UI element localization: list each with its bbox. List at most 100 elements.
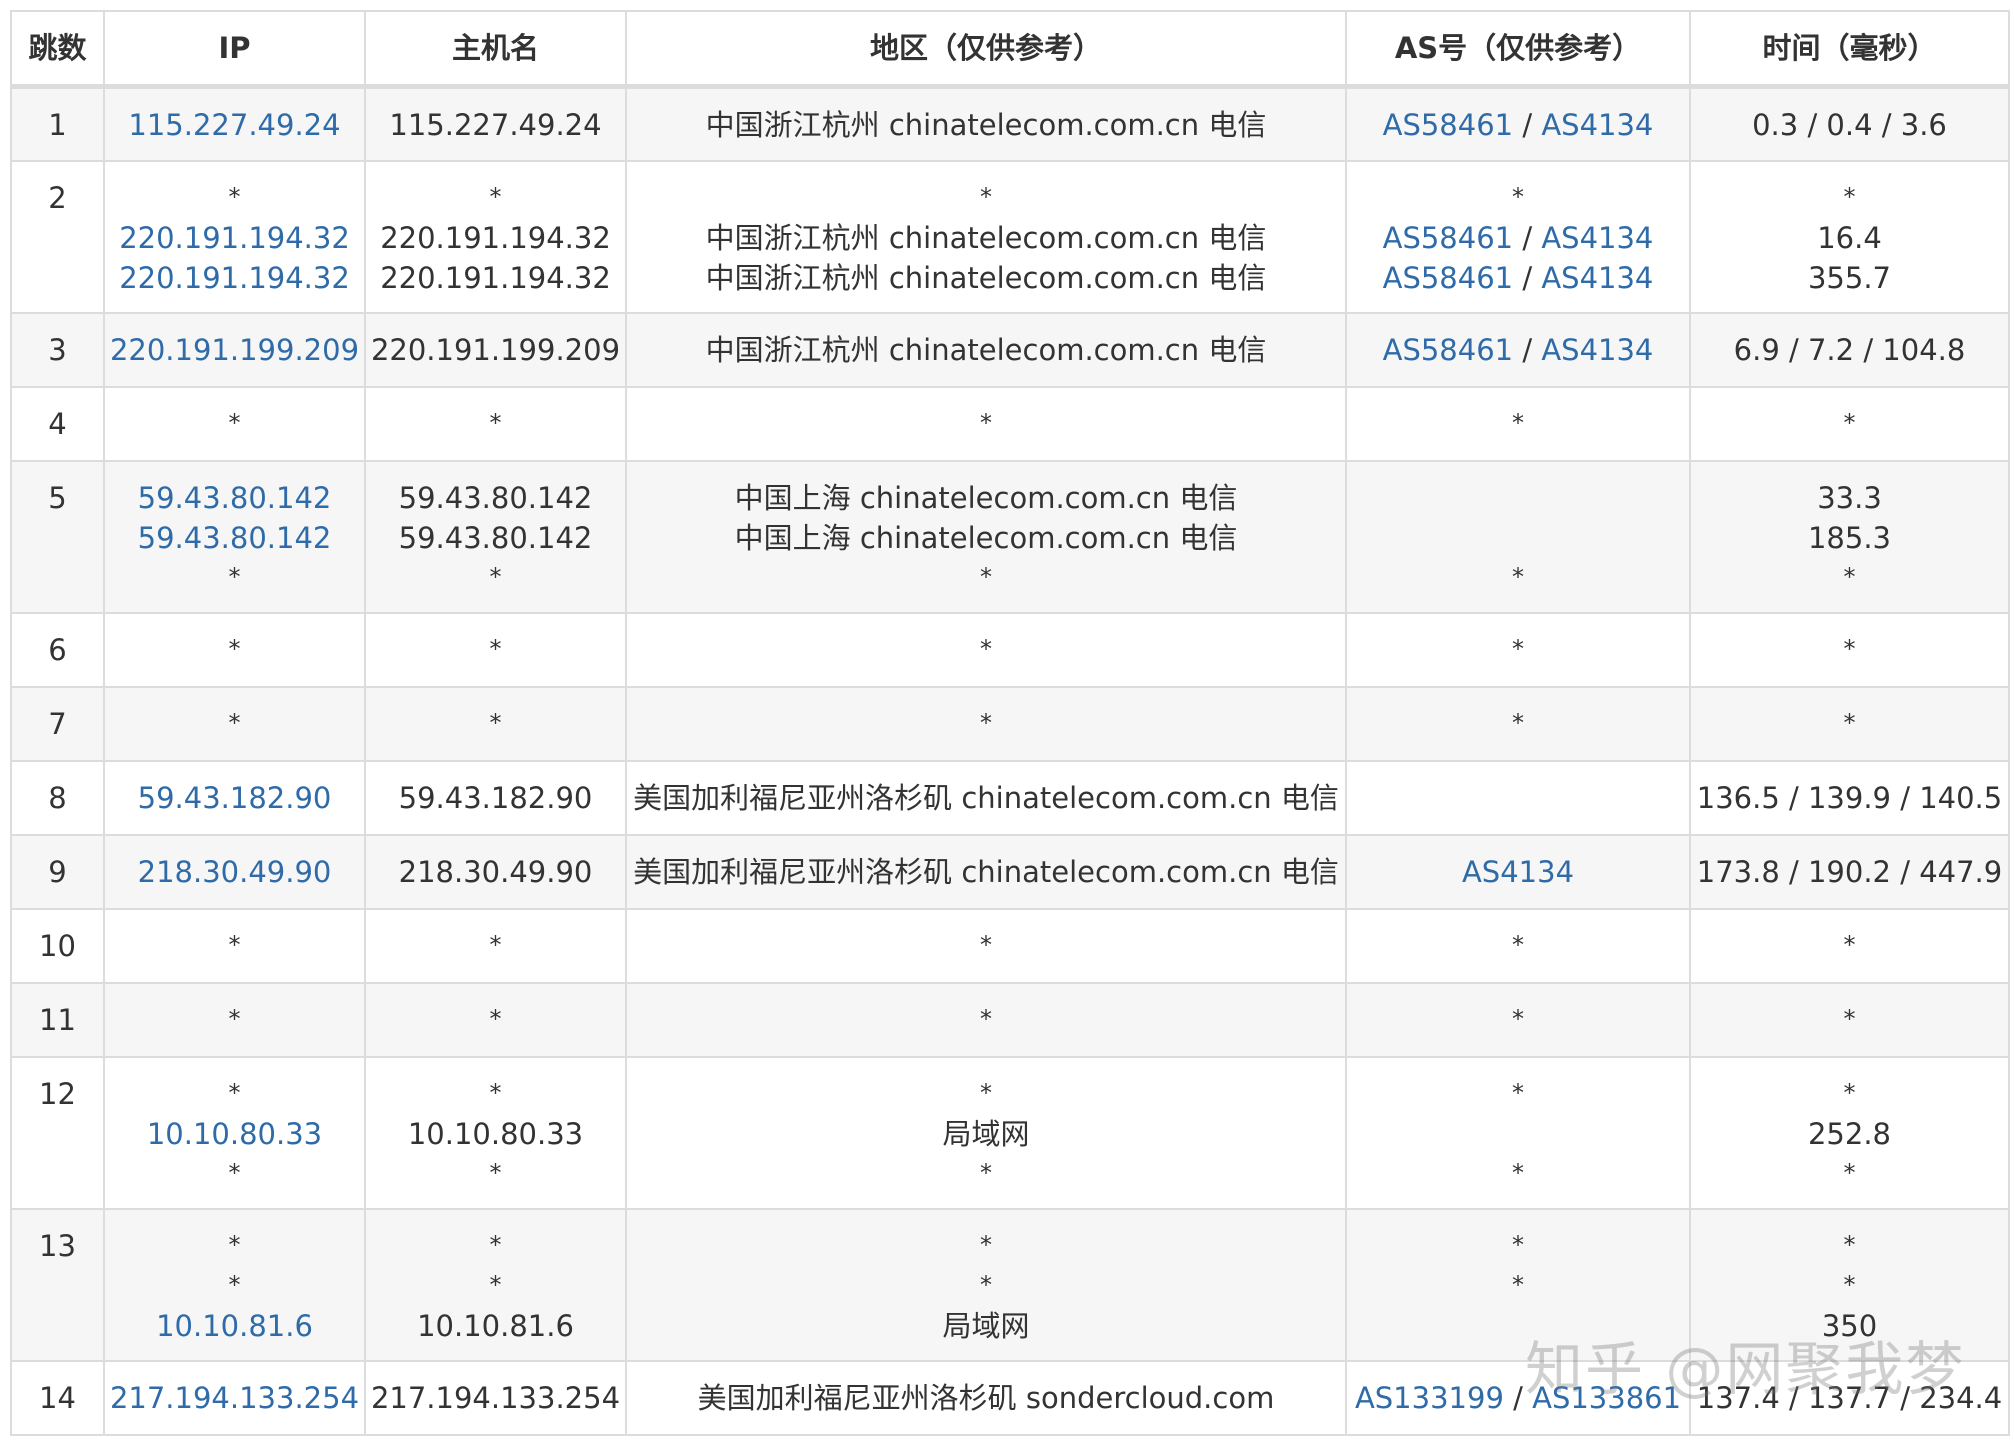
as-cell: * <box>1345 459 1691 614</box>
ip-link[interactable]: 10.10.80.33 <box>105 1114 364 1154</box>
timeout-marker: * <box>489 182 502 211</box>
cell-text: 局域网 <box>942 1116 1030 1151</box>
as-empty: * <box>1512 930 1524 959</box>
table-row: 3 220.191.199.209 220.191.199.209 中国浙江杭州 ch… <box>10 311 2010 388</box>
hop-number: 3 <box>10 311 105 388</box>
cell-text: 美国加利福尼亚州洛杉矶 chinatelecom.com.cn 电信 <box>633 854 1339 889</box>
as-line <box>1347 478 1689 518</box>
as-cell: AS58461 / AS4134 <box>1345 85 1691 162</box>
as-cell: * <box>1345 981 1691 1058</box>
ip-link[interactable]: 220.191.199.209 <box>105 330 364 370</box>
region-cell: * <box>625 385 1347 462</box>
as-empty: * <box>1512 408 1524 437</box>
as-cell: AS58461 / AS4134 <box>1345 311 1691 388</box>
timeout-marker: * <box>1843 1158 1856 1187</box>
hop-number: 9 <box>10 833 105 910</box>
timeout-marker: * <box>1843 182 1856 211</box>
as-empty: * <box>1512 182 1524 211</box>
watermark: 知乎 @网聚我梦 <box>1525 1335 1966 1403</box>
as-line: * <box>1347 926 1689 966</box>
as-empty: * <box>1512 1230 1524 1259</box>
ip-link[interactable]: 220.191.194.32 <box>105 218 364 258</box>
cell-text: 美国加利福尼亚州洛杉矶 sondercloud.com <box>697 1380 1275 1415</box>
as-link[interactable]: AS4134 <box>1462 855 1574 889</box>
hop-number: 2 <box>10 159 105 314</box>
timeout-marker: * <box>489 1230 502 1259</box>
as-link[interactable]: AS4134 <box>1541 261 1653 295</box>
timeout-marker: * <box>980 634 992 663</box>
cell-text: 局域网 <box>942 1308 1030 1343</box>
region-cell: 美国加利福尼亚州洛杉矶 chinatelecom.com.cn 电信 <box>625 833 1347 910</box>
timeout-marker: * <box>1843 1004 1856 1033</box>
hop-number: 1 <box>10 85 105 162</box>
timeout-marker: * <box>228 1078 241 1107</box>
timeout-marker: * <box>980 1158 992 1187</box>
ip-link[interactable]: 220.191.194.32 <box>105 258 364 298</box>
hostname-cell: 59.43.182.90 <box>364 759 627 836</box>
hop-label: 11 <box>39 1002 76 1037</box>
ip-cell: 217.194.133.254 <box>103 1359 366 1436</box>
time-cell: * <box>1689 611 2010 688</box>
ip-link[interactable]: 218.30.49.90 <box>105 852 364 892</box>
timeout-marker: * <box>489 562 502 591</box>
ip-link[interactable]: 59.43.80.142 <box>105 478 364 518</box>
ip-link[interactable]: 10.10.81.6 <box>105 1306 364 1346</box>
ip-cell: 59.43.80.142 59.43.80.142 * <box>103 459 366 614</box>
as-link[interactable]: AS58461 <box>1383 221 1514 255</box>
hop-label: 8 <box>48 780 67 815</box>
as-link[interactable]: AS133199 <box>1355 1381 1504 1415</box>
timeout-marker: * <box>228 708 241 737</box>
timeout-marker: * <box>980 1230 992 1259</box>
as-link[interactable]: AS4134 <box>1541 333 1653 367</box>
as-line <box>1347 778 1689 818</box>
as-link[interactable]: AS4134 <box>1541 221 1653 255</box>
region-cell: 中国浙江杭州 chinatelecom.com.cn 电信 <box>625 85 1347 162</box>
region-cell: * <box>625 611 1347 688</box>
as-link[interactable]: AS4134 <box>1541 108 1653 142</box>
as-separator: / <box>1513 332 1542 367</box>
timeout-marker: * <box>228 408 241 437</box>
ip-link[interactable]: 59.43.80.142 <box>105 518 364 558</box>
table-row: 8 59.43.182.90 59.43.182.90 美国加利福尼亚州洛杉矶 chi… <box>10 759 2010 836</box>
as-separator: / <box>1513 108 1542 142</box>
as-line: * <box>1347 704 1689 744</box>
as-cell: * <box>1345 685 1691 762</box>
as-line: * <box>1347 630 1689 670</box>
timeout-marker: * <box>980 562 992 591</box>
cell-text: 355.7 <box>1807 260 1892 295</box>
traceroute-container: 跳数 IP 主机名 地区（仅供参考） AS号（仅供参考） 时间（毫秒） 1 115… <box>10 10 2010 1436</box>
timeout-marker: * <box>980 1270 992 1299</box>
ip-link[interactable]: 115.227.49.24 <box>105 105 364 145</box>
ip-cell: * <box>103 907 366 984</box>
hostname-cell: * <box>364 685 627 762</box>
cell-text: 220.191.194.32 <box>380 220 611 255</box>
as-cell: * <box>1345 907 1691 984</box>
as-empty: * <box>1512 1158 1524 1187</box>
region-cell: * * 局域网 <box>625 1207 1347 1362</box>
ip-link[interactable]: 59.43.182.90 <box>105 778 364 818</box>
ip-link[interactable]: 217.194.133.254 <box>105 1378 364 1418</box>
cell-text: 6.9 / 7.2 / 104.8 <box>1733 332 1966 367</box>
as-separator: / <box>1513 260 1542 295</box>
as-link[interactable]: AS58461 <box>1383 261 1514 295</box>
time-cell: * <box>1689 685 2010 762</box>
hop-number: 6 <box>10 611 105 688</box>
hop-number: 12 <box>10 1055 105 1210</box>
ip-cell: * <box>103 981 366 1058</box>
hostname-cell: * <box>364 385 627 462</box>
header-ip: IP <box>103 10 366 89</box>
as-cell: AS4134 <box>1345 833 1691 910</box>
ip-cell: 59.43.182.90 <box>103 759 366 836</box>
as-link[interactable]: AS58461 <box>1383 108 1514 142</box>
timeout-marker: * <box>489 708 502 737</box>
timeout-marker: * <box>489 408 502 437</box>
as-empty: * <box>1512 562 1524 591</box>
header-hostname: 主机名 <box>364 10 627 89</box>
timeout-marker: * <box>1843 930 1856 959</box>
as-empty: * <box>1512 1270 1524 1299</box>
header-hop: 跳数 <box>10 10 105 89</box>
timeout-marker: * <box>980 408 992 437</box>
region-cell: * <box>625 981 1347 1058</box>
hop-number: 13 <box>10 1207 105 1362</box>
as-link[interactable]: AS58461 <box>1383 333 1514 367</box>
